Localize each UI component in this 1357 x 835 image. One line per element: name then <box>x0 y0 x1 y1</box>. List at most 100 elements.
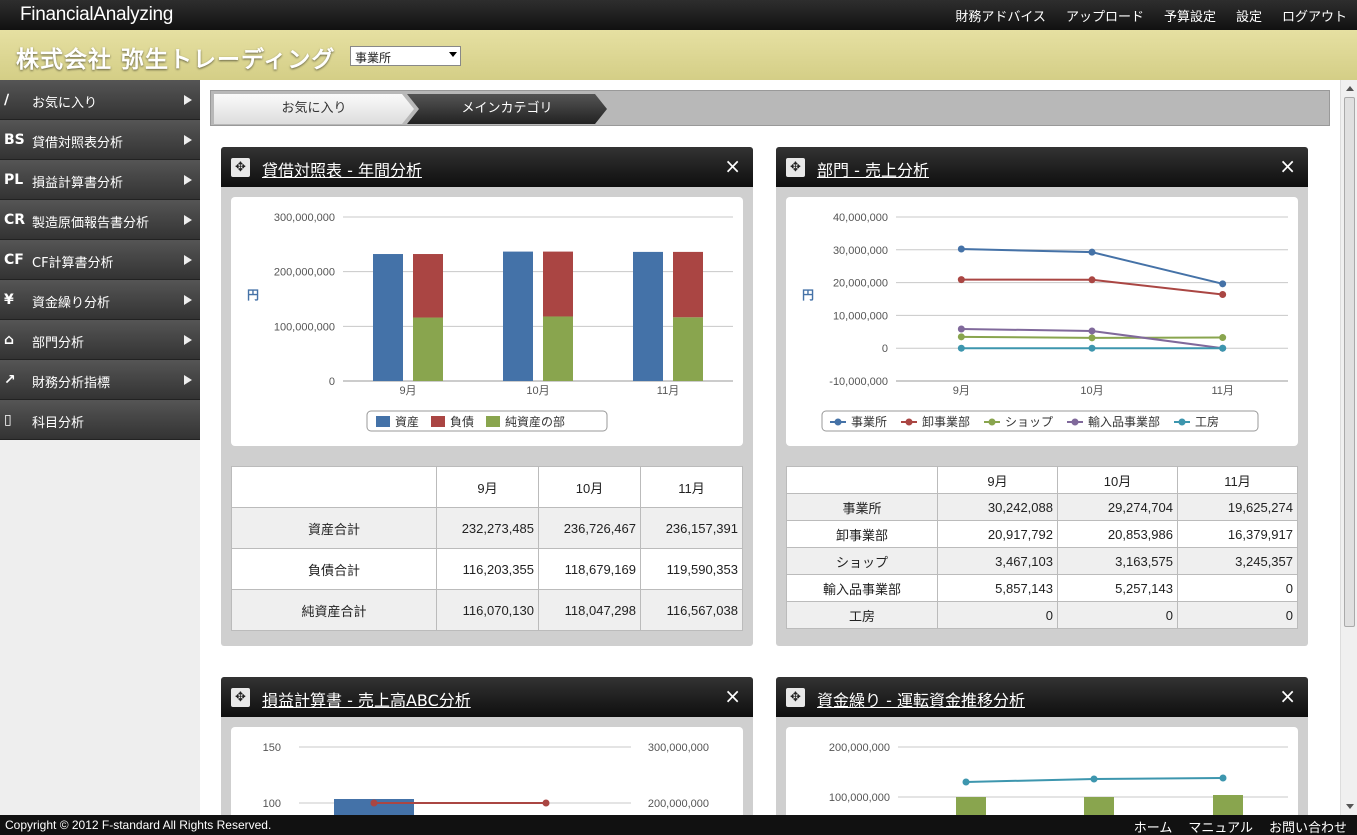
app-logo: FinancialAnalyzing <box>20 4 174 25</box>
table-cell: 20,917,792 <box>937 520 1058 548</box>
scroll-thumb[interactable] <box>1344 97 1355 627</box>
company-bar: 株式会社 弥生トレーディング 事業所 <box>0 30 1357 80</box>
row-label: 工房 <box>786 601 938 629</box>
close-icon[interactable]: × <box>1279 154 1296 178</box>
y-tick-label: 200,000,000 <box>829 742 890 754</box>
breadcrumb: お気に入り メインカテゴリ <box>210 90 1330 126</box>
footer-link-manual[interactable]: マニュアル <box>1188 817 1253 835</box>
move-icon[interactable]: ✥ <box>231 158 250 177</box>
table-row: 事業所 30,242,088 29,274,704 19,625,274 <box>786 493 1298 521</box>
panel-balance-sheet: ✥ 貸借対照表 - 年間分析 × 0 100,000,000 200,000,000… <box>221 147 753 646</box>
data-point <box>957 245 965 253</box>
office-select[interactable]: 事業所 <box>350 46 461 66</box>
table-cell: 116,070,130 <box>436 589 539 631</box>
sidebar-item-balance-sheet[interactable]: BS 貸借対照表分析 <box>0 120 200 160</box>
y-tick-label: 100 <box>263 798 281 810</box>
row-label: 事業所 <box>786 493 938 521</box>
data-point <box>370 799 378 807</box>
table-cell: 29,274,704 <box>1057 493 1178 521</box>
sidebar-item-favorites[interactable]: ∕ お気に入り <box>0 80 200 120</box>
table-cell: 236,157,391 <box>640 507 743 549</box>
row-label: 資産合計 <box>231 507 437 549</box>
footer-link-home[interactable]: ホーム <box>1134 817 1173 835</box>
top-nav: 財務アドバイス アップロード 予算設定 設定 ログアウト <box>955 6 1347 25</box>
sidebar-item-cost-report[interactable]: CR 製造原価報告書分析 <box>0 200 200 240</box>
footer-link-contact[interactable]: お問い合わせ <box>1269 817 1347 835</box>
nav-settings[interactable]: 設定 <box>1236 6 1262 25</box>
panel-profit-loss-abc: ✥ 損益計算書 - 売上高ABC分析 × 100 150 200,000,000 30… <box>221 677 753 815</box>
x-tick-label: 10月 <box>526 385 549 397</box>
table-row: 負債合計 116,203,355 118,679,169 119,590,353 <box>231 548 743 590</box>
nav-upload[interactable]: アップロード <box>1066 6 1144 25</box>
table-cell: 236,726,467 <box>538 507 641 549</box>
bar-asset <box>503 251 533 381</box>
panel-title[interactable]: 部門 - 売上分析 <box>817 157 929 181</box>
close-icon[interactable]: × <box>724 154 741 178</box>
scroll-up-icon[interactable] <box>1346 86 1354 91</box>
table-cell: 0 <box>1177 574 1298 602</box>
table-cell: 0 <box>1057 601 1178 629</box>
y-tick-label: 150 <box>263 742 281 754</box>
sidebar-item-label: お気に入り <box>32 96 98 111</box>
move-icon[interactable]: ✥ <box>786 158 805 177</box>
working-capital-chart: 100,000,000 200,000,000 <box>829 742 1288 815</box>
table-row: 資産合計 232,273,485 236,726,467 236,157,391 <box>231 507 743 549</box>
y-tick-label: 20,000,000 <box>833 278 888 290</box>
table-header: 10月 <box>1057 466 1178 494</box>
nav-budget-settings[interactable]: 予算設定 <box>1164 6 1216 25</box>
sidebar-item-label: 部門分析 <box>32 336 85 351</box>
table-cell: 116,567,038 <box>640 589 743 631</box>
legend-marker <box>905 418 913 426</box>
book-icon: ▯ <box>4 412 12 428</box>
bs-icon: BS <box>4 132 25 148</box>
sidebar-item-label: 貸借対照表分析 <box>32 136 124 151</box>
row-label: ショップ <box>786 547 938 575</box>
legend-label: 負債 <box>450 414 474 429</box>
breadcrumb-favorites[interactable]: お気に入り <box>214 94 414 124</box>
sidebar-item-label: 損益計算書分析 <box>32 176 124 191</box>
balance-sheet-table: 9月 10月 11月 資産合計 232,273,485 236,726,467 … <box>231 466 743 631</box>
table-row: 卸事業部 20,917,792 20,853,986 16,379,917 <box>786 520 1298 548</box>
bar-liability <box>413 254 443 318</box>
sidebar-item-account-analysis[interactable]: ▯ 科目分析 <box>0 400 200 440</box>
breadcrumb-main-category[interactable]: メインカテゴリ <box>407 94 607 124</box>
panel-title[interactable]: 資金繰り - 運転資金推移分析 <box>817 687 1025 711</box>
y2-tick-label: 200,000,000 <box>648 798 709 810</box>
pl-icon: PL <box>4 172 24 188</box>
table-cell: 16,379,917 <box>1177 520 1298 548</box>
y2-tick-label: 300,000,000 <box>648 742 709 754</box>
chart-area: 100 150 200,000,000 300,000,000 <box>231 727 743 815</box>
sidebar-item-funding[interactable]: ¥ 資金繰り分析 <box>0 280 200 320</box>
bar-liability <box>543 251 573 317</box>
y-tick-label: -10,000,000 <box>829 376 888 388</box>
panel-title[interactable]: 貸借対照表 - 年間分析 <box>262 157 422 181</box>
nav-financial-advice[interactable]: 財務アドバイス <box>955 6 1046 25</box>
data-point <box>1088 276 1096 284</box>
data-point <box>1088 327 1096 335</box>
legend-marker <box>988 418 996 426</box>
panel-title[interactable]: 損益計算書 - 売上高ABC分析 <box>262 687 471 711</box>
move-icon[interactable]: ✥ <box>231 688 250 707</box>
bar-asset <box>373 254 403 381</box>
nav-logout[interactable]: ログアウト <box>1282 6 1347 25</box>
sidebar-item-department[interactable]: ⌂ 部門分析 <box>0 320 200 360</box>
vertical-scrollbar[interactable] <box>1340 80 1357 815</box>
table-header: 9月 <box>937 466 1058 494</box>
data-point <box>957 333 965 341</box>
sidebar-item-profit-loss[interactable]: PL 損益計算書分析 <box>0 160 200 200</box>
department-sales-table: 9月 10月 11月 事業所 30,242,088 29,274,704 19,… <box>786 466 1298 629</box>
y-tick-label: 0 <box>329 376 335 388</box>
footer-nav: ホーム マニュアル お問い合わせ <box>1134 817 1347 835</box>
chart-area: 100,000,000 200,000,000 <box>786 727 1298 815</box>
close-icon[interactable]: × <box>724 684 741 708</box>
chevron-right-icon <box>184 215 192 225</box>
table-header <box>786 466 938 494</box>
table-row: ショップ 3,467,103 3,163,575 3,245,357 <box>786 547 1298 575</box>
move-icon[interactable]: ✥ <box>786 688 805 707</box>
sidebar: ∕ お気に入り BS 貸借対照表分析 PL 損益計算書分析 CR 製造原価報告書… <box>0 80 200 815</box>
sidebar-item-financial-indicators[interactable]: ↗ 財務分析指標 <box>0 360 200 400</box>
sidebar-item-cash-flow[interactable]: CF CF計算書分析 <box>0 240 200 280</box>
close-icon[interactable]: × <box>1279 684 1296 708</box>
sidebar-item-label: 資金繰り分析 <box>32 296 111 311</box>
scroll-down-icon[interactable] <box>1346 804 1354 809</box>
